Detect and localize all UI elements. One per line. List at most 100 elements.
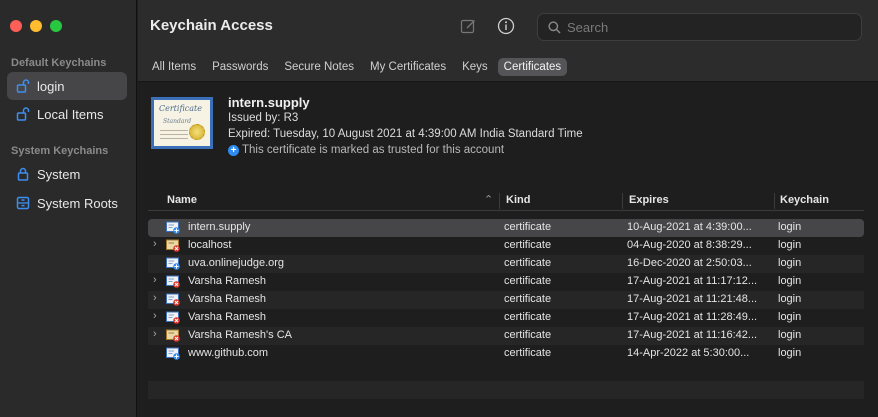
cert-invalid-icon bbox=[166, 311, 180, 324]
cell-expires: 16-Dec-2020 at 2:50:03... bbox=[627, 257, 752, 269]
cell-expires: 14-Apr-2022 at 5:30:00... bbox=[627, 347, 750, 359]
search-field[interactable] bbox=[537, 13, 862, 41]
cert-trusted-icon bbox=[166, 221, 180, 234]
lock-open-icon bbox=[15, 106, 31, 122]
window-controls bbox=[10, 20, 62, 32]
certificate-image: Certificate Standard bbox=[151, 97, 213, 149]
table-header: Name ⌃ Kind Expires Keychain bbox=[148, 191, 864, 211]
sidebar-item-system-roots[interactable]: System Roots bbox=[7, 189, 127, 217]
disclosure-chevron-icon[interactable]: › bbox=[153, 274, 157, 286]
sidebar-section-system-keychains: System Keychains bbox=[11, 145, 109, 157]
cell-keychain: login bbox=[778, 221, 802, 233]
tab-secure-notes[interactable]: Secure Notes bbox=[278, 58, 360, 76]
cabinet-icon bbox=[15, 195, 31, 211]
main-pane: Keychain Access All Items Passwords Secu… bbox=[138, 0, 878, 417]
tab-keys[interactable]: Keys bbox=[456, 58, 494, 76]
cell-name: localhost bbox=[188, 239, 232, 251]
app-title: Keychain Access bbox=[150, 17, 273, 34]
cell-expires: 04-Aug-2020 at 8:38:29... bbox=[627, 239, 752, 251]
table-row[interactable]: › Varsha Ramesh's CA certificate 17-Aug-202… bbox=[148, 327, 864, 345]
cell-kind: certificate bbox=[504, 347, 552, 359]
certificate-table: intern.supply certificate 10-Aug-2021 at 4… bbox=[148, 219, 864, 363]
cell-kind: certificate bbox=[504, 329, 552, 341]
cert-invalid-icon bbox=[166, 293, 180, 306]
table-row[interactable]: intern.supply certificate 10-Aug-2021 at 4… bbox=[148, 219, 864, 237]
column-header-expires[interactable]: Expires bbox=[629, 194, 669, 206]
cell-keychain: login bbox=[778, 347, 802, 359]
trusted-plus-icon: + bbox=[228, 144, 239, 156]
certificate-summary: Certificate Standard intern.supply Issue… bbox=[151, 95, 861, 165]
table-row[interactable]: › localhost certificate 04-Aug-2020 at 8:38… bbox=[148, 237, 864, 255]
disclosure-chevron-icon[interactable]: › bbox=[153, 328, 157, 340]
cell-kind: certificate bbox=[504, 221, 552, 233]
lock-icon bbox=[15, 166, 31, 182]
cell-name: Varsha Ramesh bbox=[188, 275, 267, 287]
certificate-image-text: Certificate bbox=[159, 104, 202, 113]
sidebar-item-label: login bbox=[37, 78, 65, 94]
cell-expires: 17-Aug-2021 at 11:17:12... bbox=[627, 275, 758, 287]
sidebar-item-label: System bbox=[37, 166, 81, 182]
cert-root-invalid-icon bbox=[166, 239, 180, 252]
cert-trusted-icon bbox=[166, 347, 180, 360]
cell-expires: 17-Aug-2021 at 11:28:49... bbox=[627, 311, 758, 323]
sidebar-item-system[interactable]: System bbox=[7, 160, 127, 188]
table-row[interactable]: uva.onlinejudge.org certificate 16-Dec-202… bbox=[148, 255, 864, 273]
tab-my-certificates[interactable]: My Certificates bbox=[364, 58, 452, 76]
cell-keychain: login bbox=[778, 257, 802, 269]
cell-keychain: login bbox=[778, 293, 802, 305]
cell-expires: 17-Aug-2021 at 11:21:48... bbox=[627, 293, 758, 305]
zoom-button[interactable] bbox=[50, 20, 62, 32]
disclosure-chevron-icon[interactable]: › bbox=[153, 238, 157, 250]
sidebar-section-default-keychains: Default Keychains bbox=[11, 57, 107, 69]
sidebar: Default Keychains login Local Items Syst… bbox=[0, 0, 137, 417]
lock-open-icon bbox=[15, 78, 31, 94]
trust-note-text: This certificate is marked as trusted fo… bbox=[242, 144, 505, 156]
seal-icon bbox=[189, 124, 205, 140]
cell-keychain: login bbox=[778, 329, 802, 341]
disclosure-chevron-icon[interactable]: › bbox=[153, 310, 157, 322]
search-icon bbox=[548, 20, 561, 34]
close-button[interactable] bbox=[10, 20, 22, 32]
certificate-expiry: Expired: Tuesday, 10 August 2021 at 4:39… bbox=[228, 128, 583, 140]
info-button[interactable] bbox=[496, 16, 516, 36]
compose-icon bbox=[460, 19, 475, 33]
cert-root-invalid-icon bbox=[166, 329, 180, 342]
cell-expires: 17-Aug-2021 at 11:16:42... bbox=[627, 329, 758, 341]
column-header-keychain[interactable]: Keychain bbox=[780, 194, 829, 206]
sidebar-item-label: Local Items bbox=[37, 106, 104, 122]
table-row[interactable]: › Varsha Ramesh certificate 17-Aug-2021 at … bbox=[148, 273, 864, 291]
cell-name: uva.onlinejudge.org bbox=[188, 257, 285, 269]
sort-chevron-up-icon: ⌃ bbox=[484, 194, 494, 206]
column-header-kind[interactable]: Kind bbox=[506, 194, 530, 206]
compose-button[interactable] bbox=[458, 16, 478, 36]
cell-name: Varsha Ramesh bbox=[188, 311, 267, 323]
certificate-image-subtext: Standard bbox=[163, 118, 192, 125]
tab-passwords[interactable]: Passwords bbox=[206, 58, 274, 76]
cell-keychain: login bbox=[778, 275, 802, 287]
info-icon bbox=[497, 17, 515, 35]
empty-row bbox=[148, 381, 864, 399]
minimize-button[interactable] bbox=[30, 20, 42, 32]
search-input[interactable] bbox=[567, 19, 847, 35]
certificate-name: intern.supply bbox=[228, 95, 310, 110]
cell-keychain: login bbox=[778, 239, 802, 251]
certificate-issuer: Issued by: R3 bbox=[228, 112, 299, 124]
tab-all-items[interactable]: All Items bbox=[146, 58, 202, 76]
cell-keychain: login bbox=[778, 311, 802, 323]
table-row[interactable]: › Varsha Ramesh certificate 17-Aug-2021 at … bbox=[148, 291, 864, 309]
cell-name: www.github.com bbox=[188, 347, 269, 359]
tab-certificates[interactable]: Certificates bbox=[497, 57, 568, 76]
cell-name: Varsha Ramesh's CA bbox=[188, 329, 292, 341]
table-row[interactable]: www.github.com certificate 14-Apr-2022 at … bbox=[148, 345, 864, 363]
sidebar-item-local-items[interactable]: Local Items bbox=[7, 100, 127, 128]
trust-note: + This certificate is marked as trusted … bbox=[228, 144, 504, 156]
sidebar-item-login[interactable]: login bbox=[7, 72, 127, 100]
category-tabs: All Items Passwords Secure Notes My Cert… bbox=[138, 52, 878, 82]
cert-invalid-icon bbox=[166, 275, 180, 288]
cert-trusted-icon bbox=[166, 257, 180, 270]
toolbar: Keychain Access bbox=[138, 0, 878, 52]
disclosure-chevron-icon[interactable]: › bbox=[153, 292, 157, 304]
cell-kind: certificate bbox=[504, 293, 552, 305]
column-header-name[interactable]: Name bbox=[167, 194, 197, 206]
table-row[interactable]: › Varsha Ramesh certificate 17-Aug-2021 at … bbox=[148, 309, 864, 327]
